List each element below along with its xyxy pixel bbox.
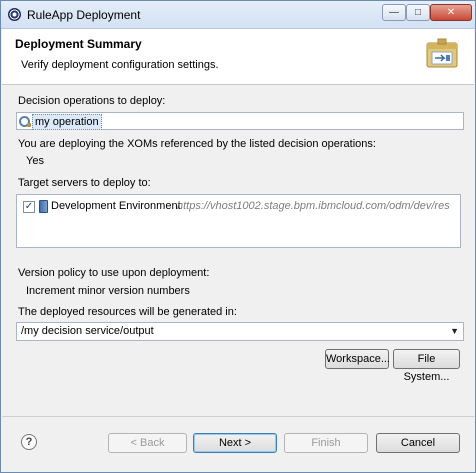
footer-separator <box>2 416 474 417</box>
window-title: RuleApp Deployment <box>27 8 141 22</box>
output-location-dropdown[interactable]: /my decision service/output ▼ <box>16 322 464 341</box>
operations-list[interactable]: my operation <box>16 112 464 130</box>
deploy-wizard-icon <box>426 38 458 68</box>
maximize-button[interactable]: □ <box>406 4 430 21</box>
title-bar[interactable]: RuleApp Deployment — □ ✕ <box>1 1 475 29</box>
version-policy-value: Increment minor version numbers <box>26 285 190 297</box>
page-title: Deployment Summary <box>15 37 142 51</box>
page-description: Verify deployment configuration settings… <box>21 59 219 71</box>
servers-label: Target servers to deploy to: <box>18 177 151 189</box>
workspace-button[interactable]: Workspace... <box>325 349 390 369</box>
output-location-value: /my decision service/output <box>21 325 154 337</box>
output-label: The deployed resources will be generated… <box>18 306 237 318</box>
next-button[interactable]: Next > <box>193 433 277 453</box>
operation-item[interactable]: my operation <box>32 114 102 130</box>
help-icon[interactable]: ? <box>21 434 37 450</box>
dialog-window: RuleApp Deployment — □ ✕ Deployment Summ… <box>0 0 476 473</box>
operations-label: Decision operations to deploy: <box>18 95 166 107</box>
server-icon <box>39 200 48 213</box>
xom-label: You are deploying the XOMs referenced by… <box>18 138 376 150</box>
xom-value: Yes <box>26 155 44 167</box>
finish-button[interactable]: Finish <box>284 433 368 453</box>
version-policy-label: Version policy to use upon deployment: <box>18 267 210 279</box>
app-logo-icon <box>8 8 21 21</box>
cancel-button[interactable]: Cancel <box>376 433 460 453</box>
dropdown-arrow-icon[interactable]: ▼ <box>450 326 459 336</box>
server-checkbox[interactable]: ✓ <box>23 201 35 213</box>
close-button[interactable]: ✕ <box>430 4 472 21</box>
minimize-button[interactable]: — <box>382 4 406 21</box>
back-button[interactable]: < Back <box>108 433 187 453</box>
servers-list[interactable]: ✓ Development Environment https://vhost1… <box>16 194 461 248</box>
server-url: https://vhost1002.stage.bpm.ibmcloud.com… <box>177 200 450 212</box>
operation-icon <box>19 116 31 127</box>
server-name: Development Environment <box>51 200 181 212</box>
file-system-button[interactable]: File System... <box>393 349 460 383</box>
wizard-banner: Deployment Summary Verify deployment con… <box>2 29 474 85</box>
summary-form: Decision operations to deploy: my operat… <box>1 86 476 416</box>
